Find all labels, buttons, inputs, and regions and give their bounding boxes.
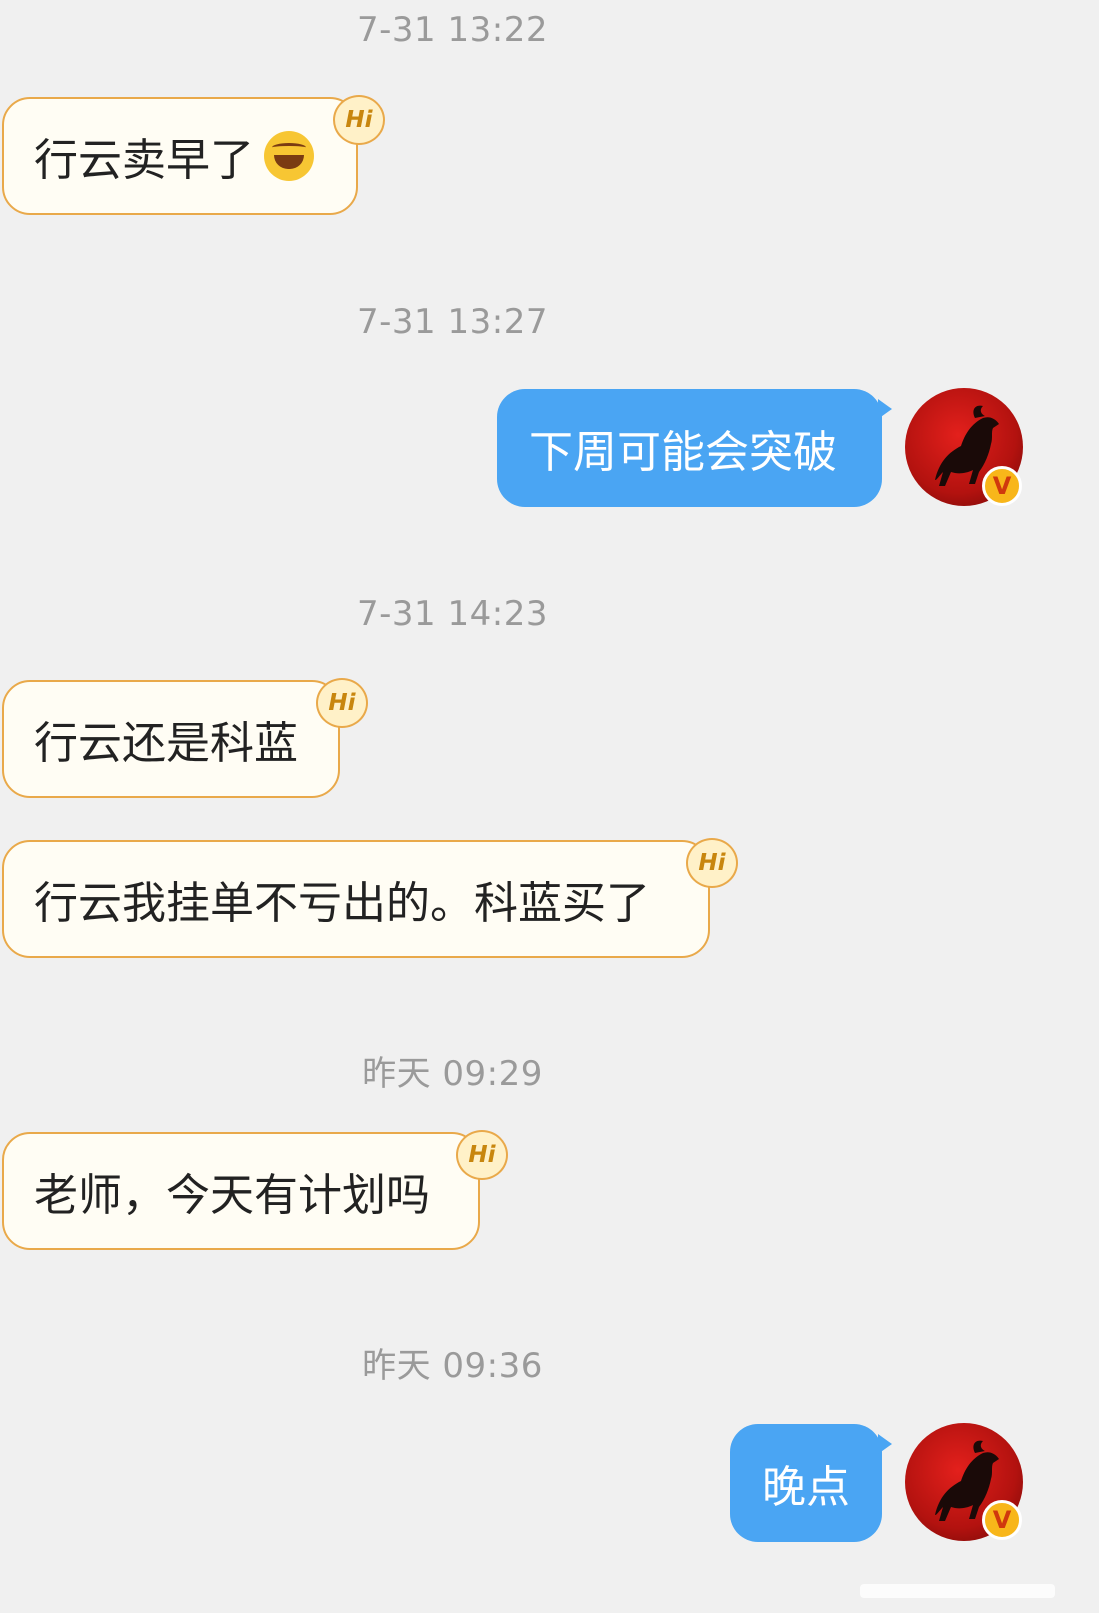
outgoing-message-bubble[interactable]: 下周可能会突破: [497, 389, 892, 507]
message-text: 老师，今天有计划吗: [34, 1170, 430, 1221]
hi-badge-icon: Hi: [316, 678, 368, 728]
watermark-strip: [860, 1584, 1055, 1598]
message-text: 晚点: [762, 1462, 850, 1513]
hi-badge-icon: Hi: [456, 1130, 508, 1180]
hi-badge-icon: Hi: [333, 95, 385, 145]
verified-v-badge-icon: V: [982, 466, 1022, 506]
bubble-tail: [878, 1434, 892, 1454]
incoming-message-bubble[interactable]: 行云我挂单不亏出的。科蓝买了: [2, 840, 710, 958]
timestamp: 昨天 09:36: [362, 1346, 543, 1386]
message-text: 下周可能会突破: [529, 427, 837, 478]
bubble-tail: [878, 399, 892, 419]
tears-of-joy-emoji-icon: [264, 131, 314, 181]
incoming-message-bubble[interactable]: 行云卖早了: [2, 97, 358, 215]
incoming-message-bubble[interactable]: 老师，今天有计划吗: [2, 1132, 480, 1250]
hi-badge-icon: Hi: [686, 838, 738, 888]
timestamp: 昨天 09:29: [362, 1054, 543, 1094]
outgoing-message-bubble[interactable]: 晚点: [730, 1424, 892, 1542]
message-text: 行云还是科蓝: [34, 718, 298, 769]
message-text: 行云卖早了: [34, 135, 254, 186]
verified-v-badge-icon: V: [982, 1500, 1022, 1540]
timestamp: 7-31 13:27: [357, 302, 548, 342]
message-text: 行云我挂单不亏出的。科蓝买了: [34, 878, 650, 929]
incoming-message-bubble[interactable]: 行云还是科蓝: [2, 680, 340, 798]
timestamp: 7-31 14:23: [357, 594, 548, 634]
timestamp: 7-31 13:22: [357, 10, 548, 50]
